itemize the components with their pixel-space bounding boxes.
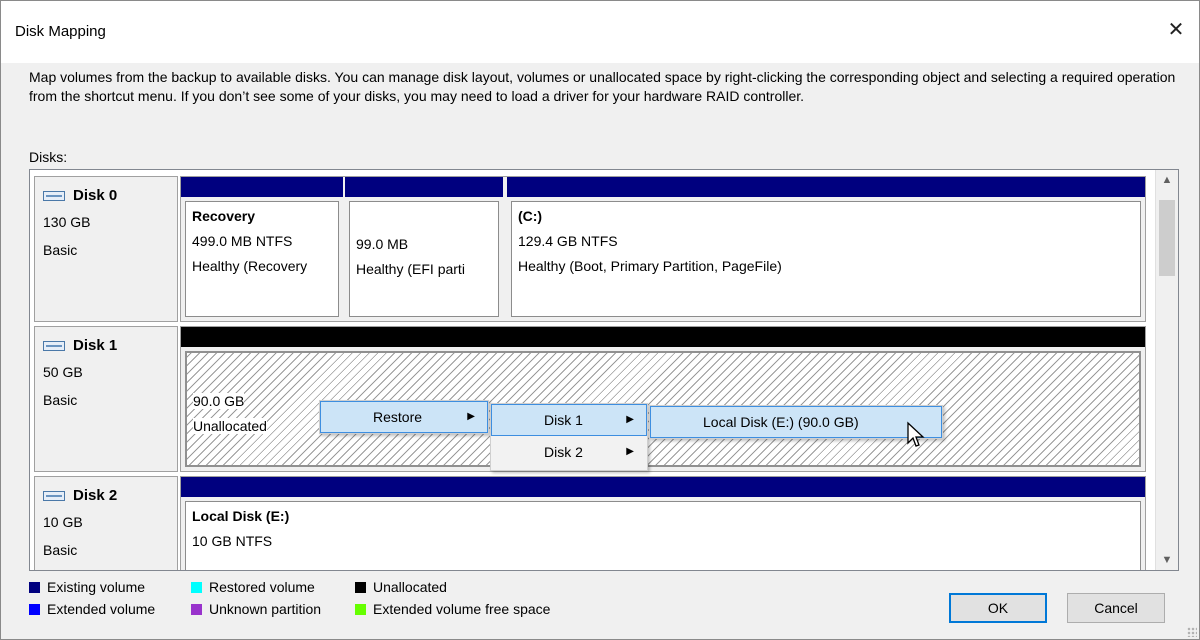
legend-swatch <box>29 581 40 593</box>
disk-name: Disk 1 <box>73 337 118 354</box>
mouse-cursor-icon <box>907 421 925 447</box>
disk-size: 10 GB <box>43 514 83 530</box>
legend-label: Unknown partition <box>209 601 322 617</box>
scroll-up-icon[interactable]: ▲ <box>1156 170 1178 190</box>
scroll-down-icon[interactable]: ▼ <box>1156 550 1178 570</box>
legend-label: Existing volume <box>47 579 146 595</box>
partition-color-bar <box>181 327 1145 347</box>
submenu-arrow-icon: ▶ <box>467 411 475 422</box>
partition-status: Healthy (Boot, Primary Partition, PageFi… <box>518 258 782 274</box>
description-text: Map volumes from the backup to available… <box>29 69 1176 104</box>
disk-row-2: Disk 2 10 GB Basic Local Disk (E:) 10 GB… <box>30 476 1154 570</box>
submenu-arrow-icon: ▶ <box>626 414 634 425</box>
legend-swatch <box>29 603 40 615</box>
partition-size: 499.0 MB NTFS <box>192 233 293 249</box>
partition-c[interactable]: (C:) 129.4 GB NTFS Healthy (Boot, Primar… <box>507 177 1145 321</box>
disk-icon <box>43 190 65 201</box>
partition-name: Local Disk (E:) <box>192 508 290 524</box>
title-bar: Disk Mapping ✕ <box>1 1 1199 63</box>
submenu-arrow-icon: ▶ <box>626 446 634 457</box>
dialog-title: Disk Mapping <box>15 23 106 40</box>
disk-0-partitions: Recovery 499.0 MB NTFS Healthy (Recovery… <box>180 176 1146 322</box>
disk-1-partitions: 90.0 GB Unallocated <box>180 326 1146 472</box>
disks-label: Disks: <box>29 149 68 165</box>
disk-mapping-dialog: Disk Mapping ✕ Map volumes from the back… <box>0 0 1200 640</box>
legend-label: Extended volume <box>47 601 156 617</box>
partition-size: 90.0 GB <box>193 393 245 409</box>
legend-item-extended-volume: Extended volume <box>29 601 155 617</box>
disk-name: Disk 2 <box>73 487 118 504</box>
context-menu-disks: Disk 1 ▶ Disk 2 ▶ <box>490 403 648 471</box>
context-menu-volumes: Local Disk (E:) (90.0 GB) <box>649 405 943 439</box>
partition-size: 129.4 GB NTFS <box>518 233 618 249</box>
disk-info-2[interactable]: Disk 2 10 GB Basic <box>34 476 178 570</box>
menu-item-local-disk-e[interactable]: Local Disk (E:) (90.0 GB) <box>650 406 942 438</box>
legend-label: Restored volume <box>209 579 315 595</box>
menu-item-label: Disk 1 <box>544 412 583 428</box>
legend-item-restored-volume: Restored volume <box>191 579 315 595</box>
partition-local-disk-e[interactable]: Local Disk (E:) 10 GB NTFS <box>181 477 1145 570</box>
disk-list[interactable]: Disk 0 130 GB Basic Recovery 499.0 MB NT… <box>29 169 1179 571</box>
disk-info-0[interactable]: Disk 0 130 GB Basic <box>34 176 178 322</box>
disk-size: 50 GB <box>43 364 83 380</box>
partition-color-bar <box>181 477 1145 497</box>
disk-info-1[interactable]: Disk 1 50 GB Basic <box>34 326 178 472</box>
menu-item-label: Local Disk (E:) (90.0 GB) <box>703 414 859 430</box>
disk-name: Disk 0 <box>73 187 118 204</box>
partition-color-bar <box>507 177 1145 197</box>
disk-type: Basic <box>43 242 78 258</box>
partition-unallocated[interactable]: 90.0 GB Unallocated <box>181 327 1145 471</box>
menu-item-label: Disk 2 <box>544 444 583 460</box>
legend-swatch <box>355 603 366 615</box>
disk-size: 130 GB <box>43 214 91 230</box>
legend-item-existing-volume: Existing volume <box>29 579 145 595</box>
partition-name: (C:) <box>518 208 543 224</box>
partition-status: Healthy (Recovery <box>192 258 308 274</box>
partition-color-bar <box>181 177 343 197</box>
menu-item-label: Restore <box>373 409 423 425</box>
partition-size: 99.0 MB <box>356 236 409 252</box>
legend-label: Unallocated <box>373 579 447 595</box>
legend-swatch <box>191 581 202 593</box>
partition-color-bar <box>345 177 503 197</box>
legend-swatch <box>355 581 366 593</box>
disk-icon <box>43 340 65 351</box>
legend-item-unknown-partition: Unknown partition <box>191 601 321 617</box>
close-icon[interactable]: ✕ <box>1161 15 1191 45</box>
menu-item-restore[interactable]: Restore ▶ <box>320 401 488 433</box>
menu-item-disk-2[interactable]: Disk 2 ▶ <box>491 436 647 468</box>
vertical-scrollbar[interactable]: ▲ ▼ <box>1155 170 1178 570</box>
legend-item-extended-free-space: Extended volume free space <box>355 601 550 617</box>
disk-icon <box>43 490 65 501</box>
legend-swatch <box>191 603 202 615</box>
scroll-thumb[interactable] <box>1159 200 1175 276</box>
resize-grip-icon[interactable] <box>1187 627 1197 637</box>
disk-2-partitions: Local Disk (E:) 10 GB NTFS <box>180 476 1146 570</box>
partition-size: 10 GB NTFS <box>192 533 273 549</box>
disk-type: Basic <box>43 542 78 558</box>
legend-label: Extended volume free space <box>373 601 551 617</box>
partition-efi[interactable]: 99.0 MB Healthy (EFI parti <box>345 177 503 321</box>
partition-status: Healthy (EFI parti <box>356 261 465 277</box>
partition-recovery[interactable]: Recovery 499.0 MB NTFS Healthy (Recovery <box>181 177 343 321</box>
legend-item-unallocated: Unallocated <box>355 579 447 595</box>
partition-name: Recovery <box>192 208 256 224</box>
partition-status: Unallocated <box>193 418 267 434</box>
disk-row-0: Disk 0 130 GB Basic Recovery 499.0 MB NT… <box>30 176 1154 322</box>
disk-type: Basic <box>43 392 78 408</box>
menu-item-disk-1[interactable]: Disk 1 ▶ <box>491 404 647 436</box>
ok-button[interactable]: OK <box>949 593 1047 623</box>
cancel-button[interactable]: Cancel <box>1067 593 1165 623</box>
context-menu-restore: Restore ▶ <box>319 400 489 434</box>
